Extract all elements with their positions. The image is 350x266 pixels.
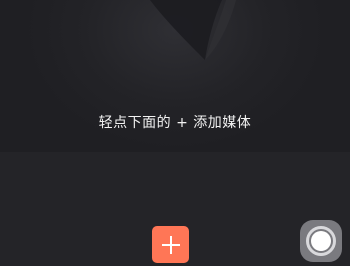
plus-icon	[161, 235, 180, 254]
add-media-button[interactable]	[152, 226, 189, 263]
media-preview-area: 轻点下面的 + 添加媒体	[0, 0, 350, 152]
assistive-touch-icon	[306, 226, 336, 256]
assistive-touch-button[interactable]	[300, 220, 342, 262]
assistive-touch-dot	[311, 231, 331, 251]
editor-screen: 轻点下面的 + 添加媒体	[0, 0, 350, 266]
empty-state-hint: 轻点下面的 + 添加媒体	[98, 115, 252, 131]
